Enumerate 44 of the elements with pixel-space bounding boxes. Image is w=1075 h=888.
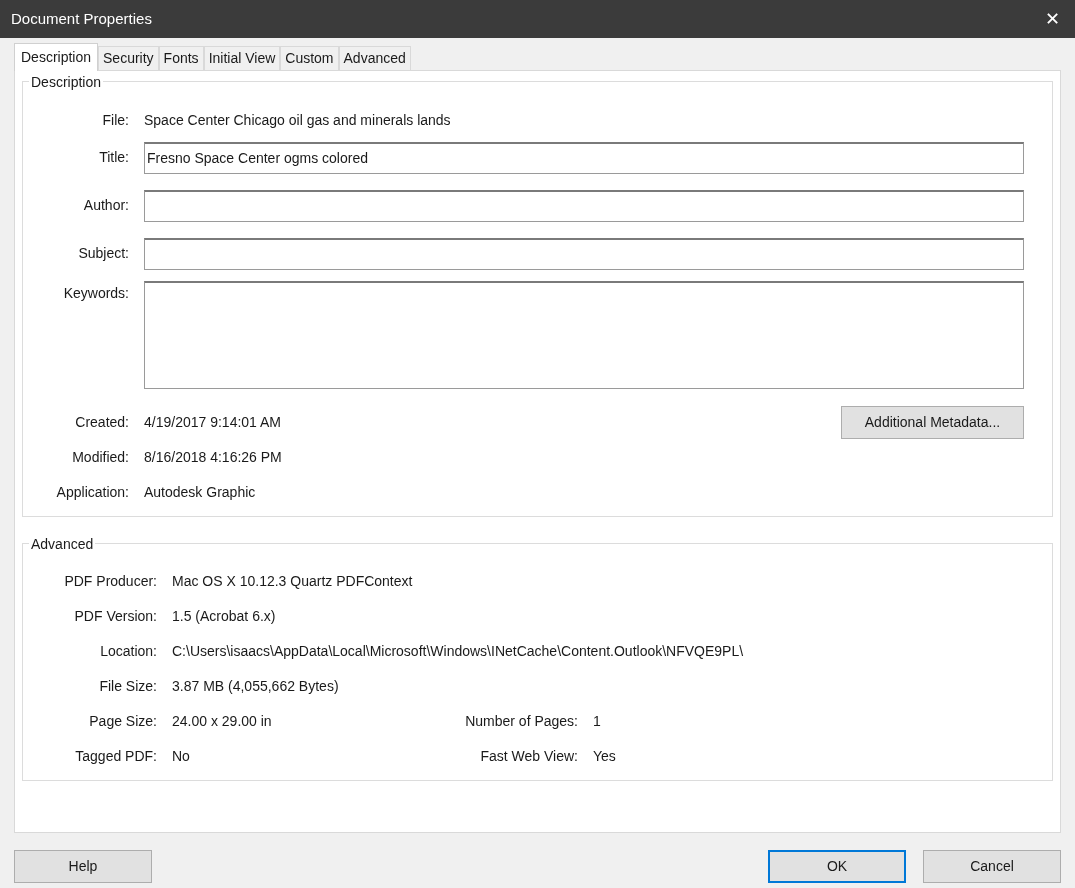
tab[interactable]: Fonts [158,46,204,70]
field-label: Title: [98,148,129,167]
field-label: Tagged PDF: [74,747,157,766]
field-value: 4/19/2017 9:14:01 AM [144,413,281,432]
tab[interactable]: Description [14,43,99,71]
field-value: No [172,747,191,766]
file-name: Space Center Chicago oil gas and minerals lands [144,110,451,130]
additional-metadata-button[interactable]: Additional Metadata... [841,406,1024,439]
field-label: Created: [74,413,129,432]
field-value: 1.5 (Acrobat 6.x) [172,607,276,626]
field-label: Location: [99,642,157,661]
field-label: Fast Web View: [479,747,578,766]
field-label: Keywords: [62,284,129,303]
field-value: 3.87 MB (4,055,662 Bytes) [172,677,339,696]
tab[interactable]: Security [98,46,159,70]
window-title: Document Properties [11,8,152,29]
field-label: Page Size: [88,712,157,731]
field-value: Yes [593,747,616,766]
field-value: Autodesk Graphic [144,483,256,502]
field-label: Author: [82,196,129,215]
text-field[interactable] [144,189,1024,222]
ok-button[interactable]: OK [768,850,906,883]
field-label: Number of Pages: [464,712,578,731]
field-value: 8/16/2018 4:16:26 PM [144,448,282,467]
field-label: File Size: [98,677,157,696]
field-label: PDF Producer: [63,572,157,591]
tab[interactable]: Initial View [203,46,281,70]
help-button[interactable]: Help [14,850,152,883]
field-value: 24.00 x 29.00 in [172,712,273,731]
field-value: Mac OS X 10.12.3 Quartz PDFContext [172,572,413,591]
close-button[interactable]: ✕ [1029,0,1075,38]
field-label: Application: [55,483,129,502]
tab[interactable]: Custom [280,46,339,70]
text-field[interactable]: Fresno Space Center ogms colored [144,141,1024,174]
field-label: PDF Version: [73,607,157,626]
text-field[interactable] [144,237,1024,270]
field-label: Subject: [77,244,129,263]
keywords-field[interactable] [144,281,1024,389]
field-label: Modified: [71,448,129,467]
tab[interactable]: Advanced [338,46,411,70]
field-value: 1 [593,712,601,731]
field-value: C:\Users\isaacs\AppData\Local\Microsoft\Windows\INetCache\Content.Outlook\NFVQE9PL\ [172,642,744,661]
field-label: File: [101,110,129,130]
cancel-button[interactable]: Cancel [923,850,1061,883]
